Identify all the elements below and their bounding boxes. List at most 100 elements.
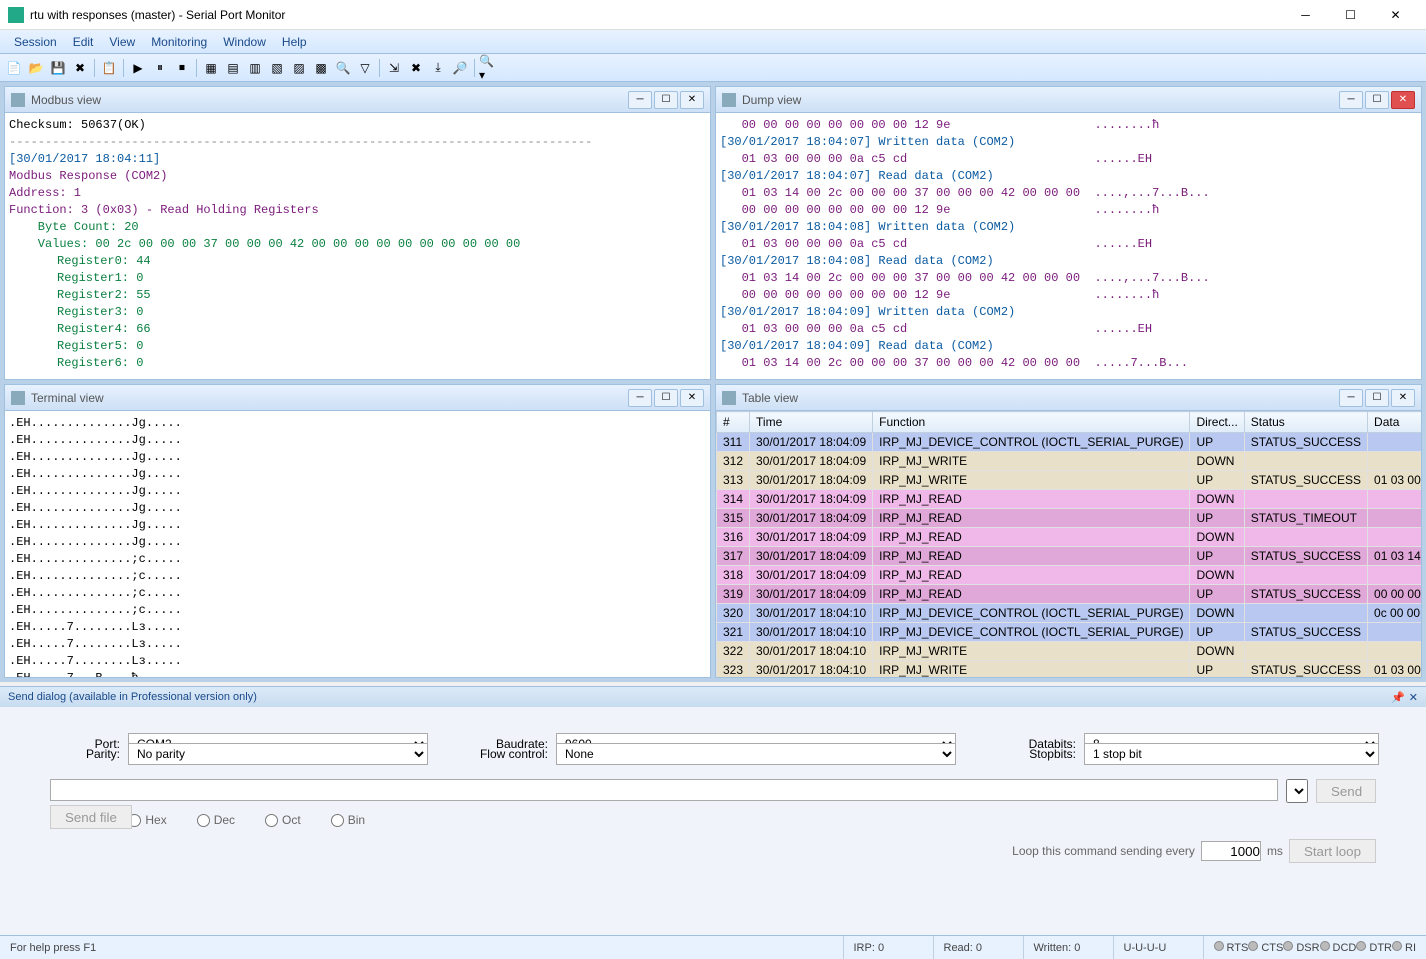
stop-icon[interactable]: ⏹ xyxy=(172,58,192,78)
send-input[interactable] xyxy=(50,779,1278,801)
table-row[interactable]: 31630/01/2017 18:04:09IRP_MJ_READDOWN xyxy=(717,528,1422,547)
panel-maximize-button[interactable]: ☐ xyxy=(1365,91,1389,109)
fmt-hex[interactable]: Hex xyxy=(128,813,166,827)
panel-close-button[interactable]: ✕ xyxy=(1391,91,1415,109)
col-status[interactable]: Status xyxy=(1244,412,1367,433)
open-icon[interactable]: 📂 xyxy=(26,58,46,78)
save-icon[interactable]: 💾 xyxy=(48,58,68,78)
grid3-icon[interactable]: ▥ xyxy=(245,58,265,78)
table-row[interactable]: 32230/01/2017 18:04:10IRP_MJ_WRITEDOWN xyxy=(717,642,1422,661)
send-button[interactable]: Send xyxy=(1316,779,1376,803)
panel-minimize-button[interactable]: ─ xyxy=(1339,389,1363,407)
grid4-icon[interactable]: ▧ xyxy=(267,58,287,78)
col-data[interactable]: Data xyxy=(1368,412,1421,433)
menu-session[interactable]: Session xyxy=(6,33,65,51)
menu-view[interactable]: View xyxy=(101,33,143,51)
fmt-oct[interactable]: Oct xyxy=(265,813,301,827)
panel-modbus-header[interactable]: Modbus view ─ ☐ ✕ xyxy=(5,87,710,113)
panel-terminal-title: Terminal view xyxy=(31,391,628,405)
led-dsr: DSR xyxy=(1283,941,1319,954)
find-icon[interactable]: 🔎 xyxy=(450,58,470,78)
table-row[interactable]: 31130/01/2017 18:04:09IRP_MJ_DEVICE_CONT… xyxy=(717,433,1422,452)
panel-dump-title: Dump view xyxy=(742,93,1339,107)
status-irp: IRP: 0 xyxy=(844,936,934,959)
panel-terminal: Terminal view ─ ☐ ✕ .EH..............Jg.… xyxy=(4,384,711,678)
table-row[interactable]: 31430/01/2017 18:04:09IRP_MJ_READDOWN xyxy=(717,490,1422,509)
filter-icon[interactable]: ▽ xyxy=(355,58,375,78)
send-dialog-title[interactable]: Send dialog (available in Professional v… xyxy=(0,687,1426,707)
grid6-icon[interactable]: ▩ xyxy=(311,58,331,78)
window-maximize-button[interactable]: ☐ xyxy=(1328,1,1373,29)
fmt-bin[interactable]: Bin xyxy=(331,813,365,827)
parity-select[interactable]: No parity xyxy=(128,743,428,765)
panel-minimize-button[interactable]: ─ xyxy=(1339,91,1363,109)
close-icon[interactable]: ✖ xyxy=(70,58,90,78)
pin-icon[interactable]: 📌 xyxy=(1391,691,1405,704)
table-row[interactable]: 31730/01/2017 18:04:09IRP_MJ_READUPSTATU… xyxy=(717,547,1422,566)
copy-icon[interactable]: 📋 xyxy=(99,58,119,78)
table-body[interactable]: #TimeFunctionDirect...StatusData31130/01… xyxy=(716,411,1421,677)
table-row[interactable]: 32030/01/2017 18:04:10IRP_MJ_DEVICE_CONT… xyxy=(717,604,1422,623)
panel-close-button[interactable]: ✕ xyxy=(680,91,704,109)
menu-window[interactable]: Window xyxy=(215,33,274,51)
modbus-body[interactable]: Checksum: 50637(OK) --------------------… xyxy=(5,113,710,379)
menu-edit[interactable]: Edit xyxy=(65,33,102,51)
play-icon[interactable]: ▶ xyxy=(128,58,148,78)
window-close-button[interactable]: ✕ xyxy=(1373,1,1418,29)
table-row[interactable]: 31830/01/2017 18:04:09IRP_MJ_READDOWN xyxy=(717,566,1422,585)
start-loop-button[interactable]: Start loop xyxy=(1289,839,1376,863)
panel-maximize-button[interactable]: ☐ xyxy=(654,91,678,109)
col-direct[interactable]: Direct... xyxy=(1190,412,1244,433)
col-function[interactable]: Function xyxy=(873,412,1190,433)
panel-close-button[interactable]: ✕ xyxy=(680,389,704,407)
send-file-button[interactable]: Send file xyxy=(50,805,132,829)
window-minimize-button[interactable]: ─ xyxy=(1283,1,1328,29)
panel-minimize-button[interactable]: ─ xyxy=(628,91,652,109)
status-written: Written: 0 xyxy=(1024,936,1114,959)
menu-help[interactable]: Help xyxy=(274,33,315,51)
send-dialog: Send dialog (available in Professional v… xyxy=(0,686,1426,935)
menu-monitoring[interactable]: Monitoring xyxy=(143,33,215,51)
send-history-dd[interactable] xyxy=(1286,779,1308,803)
grid1-icon[interactable]: ▦ xyxy=(201,58,221,78)
panel-minimize-button[interactable]: ─ xyxy=(628,389,652,407)
table-row[interactable]: 32330/01/2017 18:04:10IRP_MJ_WRITEUPSTAT… xyxy=(717,661,1422,678)
close-icon[interactable]: ✕ xyxy=(1409,691,1418,704)
terminal-body[interactable]: .EH..............Jg..... .EH............… xyxy=(5,411,710,677)
grid2-icon[interactable]: ▤ xyxy=(223,58,243,78)
panel-maximize-button[interactable]: ☐ xyxy=(654,389,678,407)
zoom-dd-icon[interactable]: 🔍▾ xyxy=(479,58,499,78)
new-icon[interactable]: 📄 xyxy=(4,58,24,78)
modbus-icon xyxy=(11,93,25,107)
zoom-icon[interactable]: 🔍 xyxy=(333,58,353,78)
dump-icon xyxy=(722,93,736,107)
table-row[interactable]: 31230/01/2017 18:04:09IRP_MJ_WRITEDOWN xyxy=(717,452,1422,471)
col-[interactable]: # xyxy=(717,412,750,433)
dump-body[interactable]: 00 00 00 00 00 00 00 00 12 9e ........ħ … xyxy=(716,113,1421,379)
panel-maximize-button[interactable]: ☐ xyxy=(1365,389,1389,407)
loop-label: Loop this command sending every xyxy=(1012,844,1195,858)
table-row[interactable]: 32130/01/2017 18:04:10IRP_MJ_DEVICE_CONT… xyxy=(717,623,1422,642)
flow-select[interactable]: None xyxy=(556,743,956,765)
pause-icon[interactable]: ⏸ xyxy=(150,58,170,78)
panel-table-header[interactable]: Table view ─ ☐ ✕ xyxy=(716,385,1421,411)
panel-dump-header[interactable]: Dump view ─ ☐ ✕ xyxy=(716,87,1421,113)
stop-select[interactable]: 1 stop bit xyxy=(1084,743,1379,765)
panel-modbus-title: Modbus view xyxy=(31,93,628,107)
parity-label: Parity: xyxy=(50,747,120,761)
table-row[interactable]: 31930/01/2017 18:04:09IRP_MJ_READUPSTATU… xyxy=(717,585,1422,604)
grid5-icon[interactable]: ▨ xyxy=(289,58,309,78)
panel-terminal-header[interactable]: Terminal view ─ ☐ ✕ xyxy=(5,385,710,411)
delete-icon[interactable]: ✖ xyxy=(406,58,426,78)
workspace: Modbus view ─ ☐ ✕ Checksum: 50637(OK) --… xyxy=(0,82,1426,682)
loop-interval-input[interactable] xyxy=(1201,841,1261,861)
fmt-dec[interactable]: Dec xyxy=(197,813,235,827)
window-title: rtu with responses (master) - Serial Por… xyxy=(30,8,1283,22)
col-time[interactable]: Time xyxy=(750,412,873,433)
panel-close-button[interactable]: ✕ xyxy=(1391,389,1415,407)
autoscroll-icon[interactable]: ⇲ xyxy=(384,58,404,78)
table-row[interactable]: 31330/01/2017 18:04:09IRP_MJ_WRITEUPSTAT… xyxy=(717,471,1422,490)
table-row[interactable]: 31530/01/2017 18:04:09IRP_MJ_READUPSTATU… xyxy=(717,509,1422,528)
export-icon[interactable]: ⤓ xyxy=(428,58,448,78)
panel-modbus: Modbus view ─ ☐ ✕ Checksum: 50637(OK) --… xyxy=(4,86,711,380)
